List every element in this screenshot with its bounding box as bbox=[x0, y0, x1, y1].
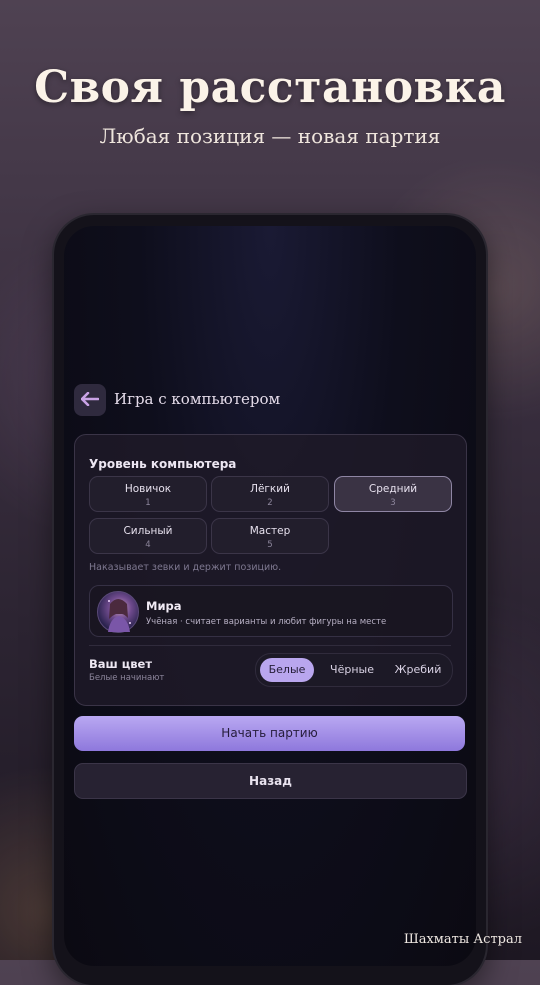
level-label: Лёгкий bbox=[250, 483, 290, 495]
color-option-random[interactable]: Жребий bbox=[388, 658, 448, 682]
level-option-strong[interactable]: Сильный 4 bbox=[89, 518, 207, 554]
opponent-description: Учёная · считает варианты и любит фигуры… bbox=[146, 617, 387, 627]
avatar bbox=[97, 591, 139, 633]
color-segmented-control: Белые Чёрные Жребий bbox=[255, 653, 453, 687]
level-number: 2 bbox=[267, 498, 273, 508]
level-option-medium[interactable]: Средний 3 bbox=[334, 476, 452, 512]
level-label: Мастер bbox=[249, 525, 291, 537]
level-heading: Уровень компьютера bbox=[89, 457, 237, 471]
color-sub: Белые начинают bbox=[89, 673, 165, 683]
level-option-master[interactable]: Мастер 5 bbox=[211, 518, 329, 554]
level-label: Средний bbox=[368, 483, 418, 495]
level-hint: Наказывает зевки и держит позицию. bbox=[89, 562, 282, 573]
hero-title: Своя расстановка bbox=[34, 62, 506, 113]
opponent-card: Мира Учёная · считает варианты и любит ф… bbox=[89, 585, 453, 637]
arrow-left-icon bbox=[80, 391, 100, 410]
back-button[interactable]: Назад bbox=[74, 763, 467, 799]
level-label: Сильный bbox=[123, 525, 173, 537]
level-option-novice[interactable]: Новичок 1 bbox=[89, 476, 207, 512]
level-label: Новичок bbox=[124, 483, 172, 495]
level-number: 1 bbox=[145, 498, 151, 508]
level-number: 5 bbox=[267, 540, 273, 550]
divider bbox=[89, 645, 451, 646]
phone-screen: Игра с компьютером Уровень компьютера Но… bbox=[64, 226, 476, 966]
settings-card: Уровень компьютера Новичок 1 Лёгкий 2 Ср… bbox=[74, 434, 467, 706]
hero-subtitle: Любая позиция — новая партия bbox=[99, 124, 441, 148]
opponent-name: Мира bbox=[146, 599, 182, 613]
start-game-button[interactable]: Начать партию bbox=[74, 716, 465, 751]
color-option-white[interactable]: Белые bbox=[260, 658, 314, 682]
level-number: 4 bbox=[145, 540, 151, 550]
color-option-black[interactable]: Чёрные bbox=[322, 658, 382, 682]
color-label: Ваш цвет bbox=[89, 657, 153, 671]
level-number: 3 bbox=[390, 498, 396, 508]
screen-title: Игра с компьютером bbox=[114, 390, 281, 408]
level-option-easy[interactable]: Лёгкий 2 bbox=[211, 476, 329, 512]
brand-watermark: Шахматы Астрал bbox=[403, 932, 522, 947]
back-arrow-button[interactable] bbox=[74, 384, 106, 416]
